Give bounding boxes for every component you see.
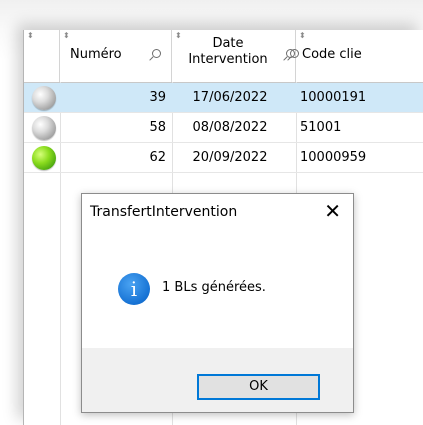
sort-indicator-icon: ⬍ (63, 31, 70, 40)
numero-column-header[interactable]: ⬍ Numéro (60, 30, 172, 82)
status-column-header[interactable]: ⬍ (24, 30, 60, 82)
numero-cell: 39 (149, 90, 166, 105)
numero-cell: 58 (149, 120, 166, 135)
date-cell: 17/06/2022 (192, 90, 268, 105)
ok-button[interactable]: OK (197, 374, 320, 400)
search-icon[interactable] (290, 49, 299, 58)
dialog-title-bar[interactable]: TransfertIntervention ✕ (82, 194, 353, 232)
date-cell: 08/08/2022 (192, 120, 268, 135)
sort-indicator-icon: ⬍ (27, 31, 34, 40)
status-grey-icon (32, 116, 56, 140)
sort-indicator-icon: ⬍ (299, 31, 306, 40)
close-icon[interactable]: ✕ (324, 201, 341, 221)
message-dialog: TransfertIntervention ✕ i 1 BLs générées… (81, 193, 354, 413)
dialog-message: 1 BLs générées. (162, 280, 266, 295)
table-row[interactable]: 58 08/08/2022 51001 (24, 113, 423, 143)
code-cell: 10000191 (300, 90, 367, 105)
status-green-icon (32, 146, 56, 170)
date-header-line2: Intervention (188, 52, 268, 67)
code-header-label: Code clie (302, 47, 362, 62)
dialog-title: TransfertIntervention (90, 204, 238, 220)
date-header-label: Date Intervention (172, 36, 284, 68)
search-icon[interactable] (152, 49, 161, 58)
numero-header-label: Numéro (70, 47, 122, 62)
status-grey-icon (32, 86, 56, 110)
code-cell: 51001 (300, 120, 342, 135)
table-row[interactable]: 62 20/09/2022 10000959 (24, 143, 423, 173)
date-column-header[interactable]: ⬍ Date Intervention (172, 30, 296, 82)
numero-cell: 62 (149, 150, 166, 165)
grid-header: ⬍ ⬍ Numéro ⬍ Date Intervention ⬍ Code cl… (24, 30, 423, 83)
code-column-header[interactable]: ⬍ Code clie (290, 30, 423, 82)
info-icon: i (118, 273, 150, 305)
dialog-body: i 1 BLs générées. (82, 232, 353, 348)
date-cell: 20/09/2022 (192, 150, 268, 165)
table-row[interactable]: 39 17/06/2022 10000191 (24, 83, 423, 113)
date-header-line1: Date (212, 36, 244, 51)
code-cell: 10000959 (300, 150, 367, 165)
